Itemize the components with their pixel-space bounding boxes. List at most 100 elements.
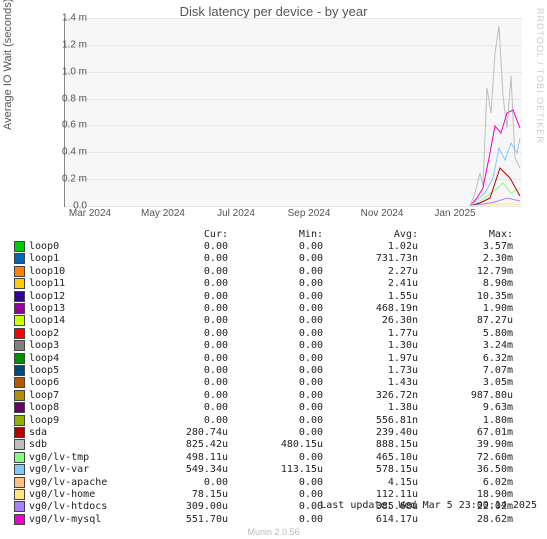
y-tick: 0.6 m bbox=[62, 120, 87, 131]
max-value: 9.63m bbox=[418, 402, 513, 413]
device-name: loop6 bbox=[29, 377, 133, 388]
cur-value: 0.00 bbox=[133, 241, 228, 252]
device-name: vg0/lv-htdocs bbox=[29, 501, 133, 512]
min-value: 0.00 bbox=[228, 415, 323, 426]
min-value: 0.00 bbox=[228, 278, 323, 289]
max-value: 39.90m bbox=[418, 439, 513, 450]
avg-value: 614.17u bbox=[323, 514, 418, 525]
y-axis-label: Average IO Wait (seconds) bbox=[2, 0, 14, 130]
device-name: loop10 bbox=[29, 266, 133, 277]
x-tick: Mar 2024 bbox=[69, 208, 111, 219]
avg-value: 4.15u bbox=[323, 477, 418, 488]
device-name: loop9 bbox=[29, 415, 133, 426]
max-value: 987.80u bbox=[418, 390, 513, 401]
color-swatch bbox=[14, 278, 25, 289]
legend-row: loop40.000.001.97u6.32m bbox=[14, 352, 534, 364]
legend-row: loop120.000.001.55u10.35m bbox=[14, 290, 534, 302]
device-name: loop5 bbox=[29, 365, 133, 376]
max-value: 6.02m bbox=[418, 477, 513, 488]
color-swatch bbox=[14, 241, 25, 252]
avg-value: 1.38u bbox=[323, 402, 418, 413]
max-value: 7.07m bbox=[418, 365, 513, 376]
color-swatch bbox=[14, 303, 25, 314]
max-value: 36.50m bbox=[418, 464, 513, 475]
avg-value: 556.81n bbox=[323, 415, 418, 426]
cur-value: 551.70u bbox=[133, 514, 228, 525]
legend-row: loop100.000.002.27u12.79m bbox=[14, 265, 534, 277]
device-name: loop3 bbox=[29, 340, 133, 351]
max-value: 3.24m bbox=[418, 340, 513, 351]
y-tick: 1.2 m bbox=[62, 39, 87, 50]
device-name: vg0/lv-var bbox=[29, 464, 133, 475]
device-name: vg0/lv-mysql bbox=[29, 514, 133, 525]
min-value: 0.00 bbox=[228, 340, 323, 351]
color-swatch bbox=[14, 315, 25, 326]
avg-value: 2.27u bbox=[323, 266, 418, 277]
legend-header: Cur: Min: Avg: Max: bbox=[14, 228, 534, 240]
legend-row: sdb825.42u480.15u888.15u39.90m bbox=[14, 439, 534, 451]
cur-value: 0.00 bbox=[133, 266, 228, 277]
min-value: 0.00 bbox=[228, 253, 323, 264]
legend-row: vg0/lv-home78.15u0.00112.11u18.90m bbox=[14, 488, 534, 500]
legend-row: vg0/lv-apache0.000.004.15u6.02m bbox=[14, 476, 534, 488]
legend-row: loop140.000.0026.30n87.27u bbox=[14, 315, 534, 327]
cur-value: 0.00 bbox=[133, 278, 228, 289]
legend-row: vg0/lv-tmp498.11u0.00465.10u72.60m bbox=[14, 451, 534, 463]
min-value: 0.00 bbox=[228, 489, 323, 500]
max-value: 8.90m bbox=[418, 278, 513, 289]
max-value: 18.90m bbox=[418, 489, 513, 500]
cur-value: 0.00 bbox=[133, 315, 228, 326]
legend-row: loop70.000.00326.72n987.80u bbox=[14, 389, 534, 401]
min-value: 0.00 bbox=[228, 353, 323, 364]
legend-row: vg0/lv-mysql551.70u0.00614.17u28.62m bbox=[14, 513, 534, 525]
color-swatch bbox=[14, 353, 25, 364]
color-swatch bbox=[14, 501, 25, 512]
legend-row: loop110.000.002.41u8.90m bbox=[14, 278, 534, 290]
min-value: 0.00 bbox=[228, 241, 323, 252]
min-value: 0.00 bbox=[228, 514, 323, 525]
color-swatch bbox=[14, 514, 25, 525]
device-name: vg0/lv-home bbox=[29, 489, 133, 500]
max-value: 72.60m bbox=[418, 452, 513, 463]
max-value: 3.05m bbox=[418, 377, 513, 388]
color-swatch bbox=[14, 253, 25, 264]
avg-value: 1.97u bbox=[323, 353, 418, 364]
max-value: 3.57m bbox=[418, 241, 513, 252]
chart-lines bbox=[65, 18, 522, 206]
device-name: sda bbox=[29, 427, 133, 438]
legend-row: loop90.000.00556.81n1.80m bbox=[14, 414, 534, 426]
avg-value: 326.72n bbox=[323, 390, 418, 401]
chart-container: Disk latency per device - by year Averag… bbox=[0, 0, 547, 539]
device-name: vg0/lv-apache bbox=[29, 477, 133, 488]
y-tick: 1.0 m bbox=[62, 66, 87, 77]
color-swatch bbox=[14, 266, 25, 277]
min-value: 0.00 bbox=[228, 477, 323, 488]
avg-value: 1.77u bbox=[323, 328, 418, 339]
cur-value: 280.74u bbox=[133, 427, 228, 438]
cur-value: 0.00 bbox=[133, 365, 228, 376]
header-max: Max: bbox=[418, 229, 513, 240]
device-name: loop4 bbox=[29, 353, 133, 364]
max-value: 2.30m bbox=[418, 253, 513, 264]
legend-row: loop130.000.00468.19n1.90m bbox=[14, 302, 534, 314]
cur-value: 0.00 bbox=[133, 353, 228, 364]
min-value: 480.15u bbox=[228, 439, 323, 450]
color-swatch bbox=[14, 464, 25, 475]
color-swatch bbox=[14, 340, 25, 351]
min-value: 0.00 bbox=[228, 390, 323, 401]
x-tick: Jan 2025 bbox=[434, 208, 475, 219]
color-swatch bbox=[14, 477, 25, 488]
cur-value: 549.34u bbox=[133, 464, 228, 475]
avg-value: 1.02u bbox=[323, 241, 418, 252]
avg-value: 2.41u bbox=[323, 278, 418, 289]
color-swatch bbox=[14, 377, 25, 388]
legend-table: Cur: Min: Avg: Max: loop00.000.001.02u3.… bbox=[14, 228, 534, 525]
x-tick: May 2024 bbox=[141, 208, 185, 219]
avg-value: 578.15u bbox=[323, 464, 418, 475]
device-name: loop13 bbox=[29, 303, 133, 314]
avg-value: 468.19n bbox=[323, 303, 418, 314]
device-name: loop0 bbox=[29, 241, 133, 252]
color-swatch bbox=[14, 439, 25, 450]
y-tick: 0.4 m bbox=[62, 147, 87, 158]
max-value: 28.62m bbox=[418, 514, 513, 525]
